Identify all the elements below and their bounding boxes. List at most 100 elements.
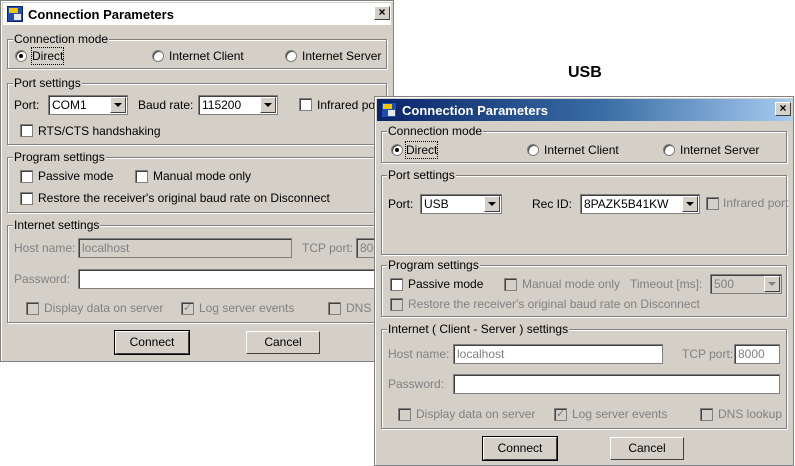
restore-baud-label: Restore the receiver's original baud rat… <box>408 297 700 311</box>
tcp-port-label: TCP port: <box>682 347 734 361</box>
restore-baud-checkbox[interactable] <box>20 192 33 205</box>
infrared-label: Infrared port <box>723 196 789 210</box>
password-label: Password: <box>14 272 71 286</box>
internet-settings-legend: Internet settings <box>13 218 101 232</box>
timeout-value: 500 <box>714 277 735 291</box>
chevron-down-icon[interactable] <box>484 196 500 212</box>
port-value: USB <box>424 197 449 211</box>
title-bar: Connection Parameters × <box>377 99 791 121</box>
log-events-label: Log server events <box>572 407 668 421</box>
chevron-down-icon[interactable] <box>260 97 276 113</box>
connect-button[interactable]: Connect <box>482 436 558 461</box>
connection-dialog-com: Connection Parameters × Connection mode … <box>0 0 394 362</box>
dns-label: DNS lookup <box>718 407 783 421</box>
internet-client-label[interactable]: Internet Client <box>169 48 244 64</box>
rts-cts-label: RTS/CTS handshaking <box>38 124 161 138</box>
host-name-input[interactable]: localhost <box>78 238 292 258</box>
rec-id-label: Rec ID: <box>532 197 573 211</box>
chevron-down-icon[interactable] <box>110 97 126 113</box>
dialog-title: Connection Parameters <box>402 103 548 118</box>
password-label: Password: <box>388 377 445 391</box>
connection-mode-legend: Connection mode <box>13 32 110 46</box>
internet-settings-legend: Internet ( Client - Server ) settings <box>387 322 570 336</box>
timeout-label: Timeout [ms]: <box>630 277 703 291</box>
close-button[interactable]: × <box>775 102 791 116</box>
dns-checkbox[interactable] <box>700 408 713 421</box>
display-data-label: Display data on server <box>44 301 164 315</box>
log-events-checkbox[interactable] <box>181 301 194 315</box>
internet-server-label[interactable]: Internet Server <box>680 142 759 158</box>
passive-mode-checkbox[interactable] <box>20 170 33 183</box>
infrared-label: Infrared po <box>317 98 376 112</box>
host-name-input[interactable]: localhost <box>453 344 663 364</box>
tcp-port-label: TCP port: <box>302 241 354 255</box>
baud-rate-select[interactable]: 115200 <box>198 95 278 115</box>
dns-checkbox[interactable] <box>328 302 341 315</box>
internet-server-radio[interactable] <box>285 50 297 62</box>
log-events-label: Log server events <box>199 301 295 315</box>
port-value: COM1 <box>52 98 87 112</box>
internet-client-radio[interactable] <box>152 50 164 62</box>
tcp-port-input[interactable]: 8000 <box>734 344 780 364</box>
dialog-title: Connection Parameters <box>28 7 174 22</box>
program-settings-legend: Program settings <box>387 258 480 272</box>
display-data-checkbox[interactable] <box>26 302 39 315</box>
port-settings-group: Port settings Port: COM1 Baud rate: 1152… <box>7 76 387 145</box>
manual-mode-checkbox[interactable] <box>135 170 148 183</box>
infrared-checkbox[interactable] <box>299 98 312 111</box>
internet-server-label[interactable]: Internet Server <box>302 48 381 64</box>
internet-settings-group: Internet ( Client - Server ) settings Ho… <box>381 322 787 429</box>
cancel-button[interactable]: Cancel <box>610 437 684 460</box>
infrared-checkbox[interactable] <box>706 197 719 210</box>
direct-radio[interactable] <box>391 144 403 156</box>
restore-baud-label: Restore the receiver's original baud rat… <box>38 191 330 205</box>
direct-radio[interactable] <box>15 50 27 62</box>
display-data-label: Display data on server <box>416 407 536 421</box>
direct-label[interactable]: Direct <box>30 47 65 65</box>
title-bar: Connection Parameters × <box>3 3 391 25</box>
passive-mode-label: Passive mode <box>408 277 484 291</box>
port-select[interactable]: COM1 <box>48 95 128 115</box>
manual-mode-label: Manual mode only <box>522 277 621 291</box>
dns-label: DNS <box>346 301 372 315</box>
rec-id-value: 8PAZK5B41KW <box>584 197 669 211</box>
port-select[interactable]: USB <box>420 194 502 214</box>
chevron-down-icon[interactable] <box>764 276 780 292</box>
port-label: Port: <box>14 98 40 112</box>
port-settings-group: Port settings Port: USB Rec ID: 8PAZK5B4… <box>381 168 789 255</box>
app-icon <box>381 102 397 118</box>
timeout-select[interactable]: 500 <box>710 274 782 294</box>
port-settings-legend: Port settings <box>13 76 82 90</box>
manual-mode-checkbox[interactable] <box>504 278 517 291</box>
internet-client-radio[interactable] <box>527 144 539 156</box>
rts-cts-checkbox[interactable] <box>20 124 33 137</box>
cancel-button[interactable]: Cancel <box>246 331 320 354</box>
baud-rate-label: Baud rate: <box>138 98 194 112</box>
connection-mode-group: Connection mode Direct Internet Client I… <box>381 124 787 163</box>
rec-id-select[interactable]: 8PAZK5B41KW <box>580 194 700 214</box>
direct-label[interactable]: Direct <box>404 141 439 159</box>
internet-client-label[interactable]: Internet Client <box>544 142 619 158</box>
passive-mode-label: Passive mode <box>38 169 114 183</box>
log-events-checkbox[interactable] <box>554 407 567 421</box>
close-button[interactable]: × <box>374 6 390 20</box>
baud-rate-value: 115200 <box>202 98 242 112</box>
manual-mode-label: Manual mode only <box>153 169 252 183</box>
app-icon <box>7 6 23 22</box>
port-label: Port: <box>388 197 414 211</box>
connect-button[interactable]: Connect <box>114 330 190 355</box>
connection-dialog-usb: Connection Parameters × Connection mode … <box>374 96 794 466</box>
password-input[interactable] <box>453 374 780 394</box>
program-settings-group: Program settings Passive mode Manual mod… <box>7 150 387 213</box>
host-name-label: Host name: <box>388 347 450 361</box>
restore-baud-checkbox[interactable] <box>390 298 403 311</box>
passive-mode-checkbox[interactable] <box>390 278 403 291</box>
chevron-down-icon[interactable] <box>682 196 698 212</box>
program-settings-group: Program settings Passive mode Manual mod… <box>381 258 787 317</box>
internet-server-radio[interactable] <box>663 144 675 156</box>
usb-heading: USB <box>568 64 602 81</box>
host-name-label: Host name: <box>14 241 76 255</box>
display-data-checkbox[interactable] <box>398 408 411 421</box>
internet-settings-group: Internet settings Host name: localhost T… <box>7 218 387 323</box>
password-input[interactable] <box>78 269 386 289</box>
